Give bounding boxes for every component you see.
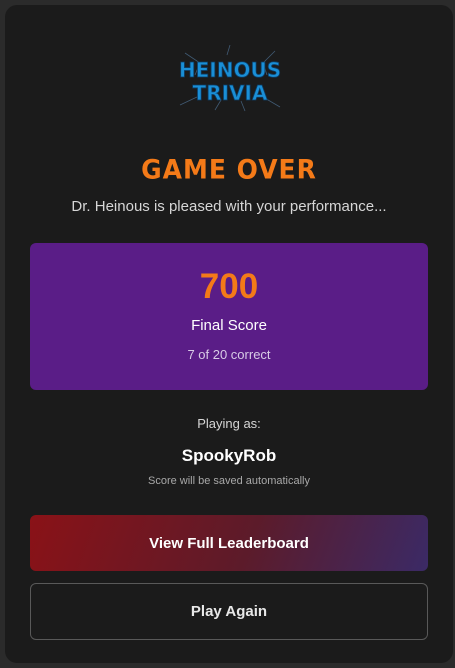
view-leaderboard-button[interactable]: View Full Leaderboard [30, 515, 428, 571]
game-over-title: GAME OVER [141, 154, 317, 185]
game-over-subtitle: Dr. Heinous is pleased with your perform… [71, 198, 387, 215]
final-score-label: Final Score [191, 317, 267, 334]
score-save-note: Score will be saved automatically [147, 475, 311, 487]
correct-count: 7 of 20 correct [187, 347, 271, 362]
logo-text-line1: HEINOUS [179, 58, 281, 82]
playing-as-label: Playing as: [197, 416, 261, 431]
heinous-trivia-logo: HEINOUS TRIVIA [155, 45, 305, 115]
logo-text-line2: TRIVIA [193, 81, 268, 105]
final-score-value: 700 [199, 267, 259, 306]
player-username: SpookyRob [181, 446, 277, 465]
score-panel: 700 Final Score 7 of 20 correct [30, 243, 428, 390]
play-again-button[interactable]: Play Again [30, 583, 428, 640]
game-over-card: HEINOUS TRIVIA GAME OVER Dr. Heinous is … [5, 5, 453, 663]
